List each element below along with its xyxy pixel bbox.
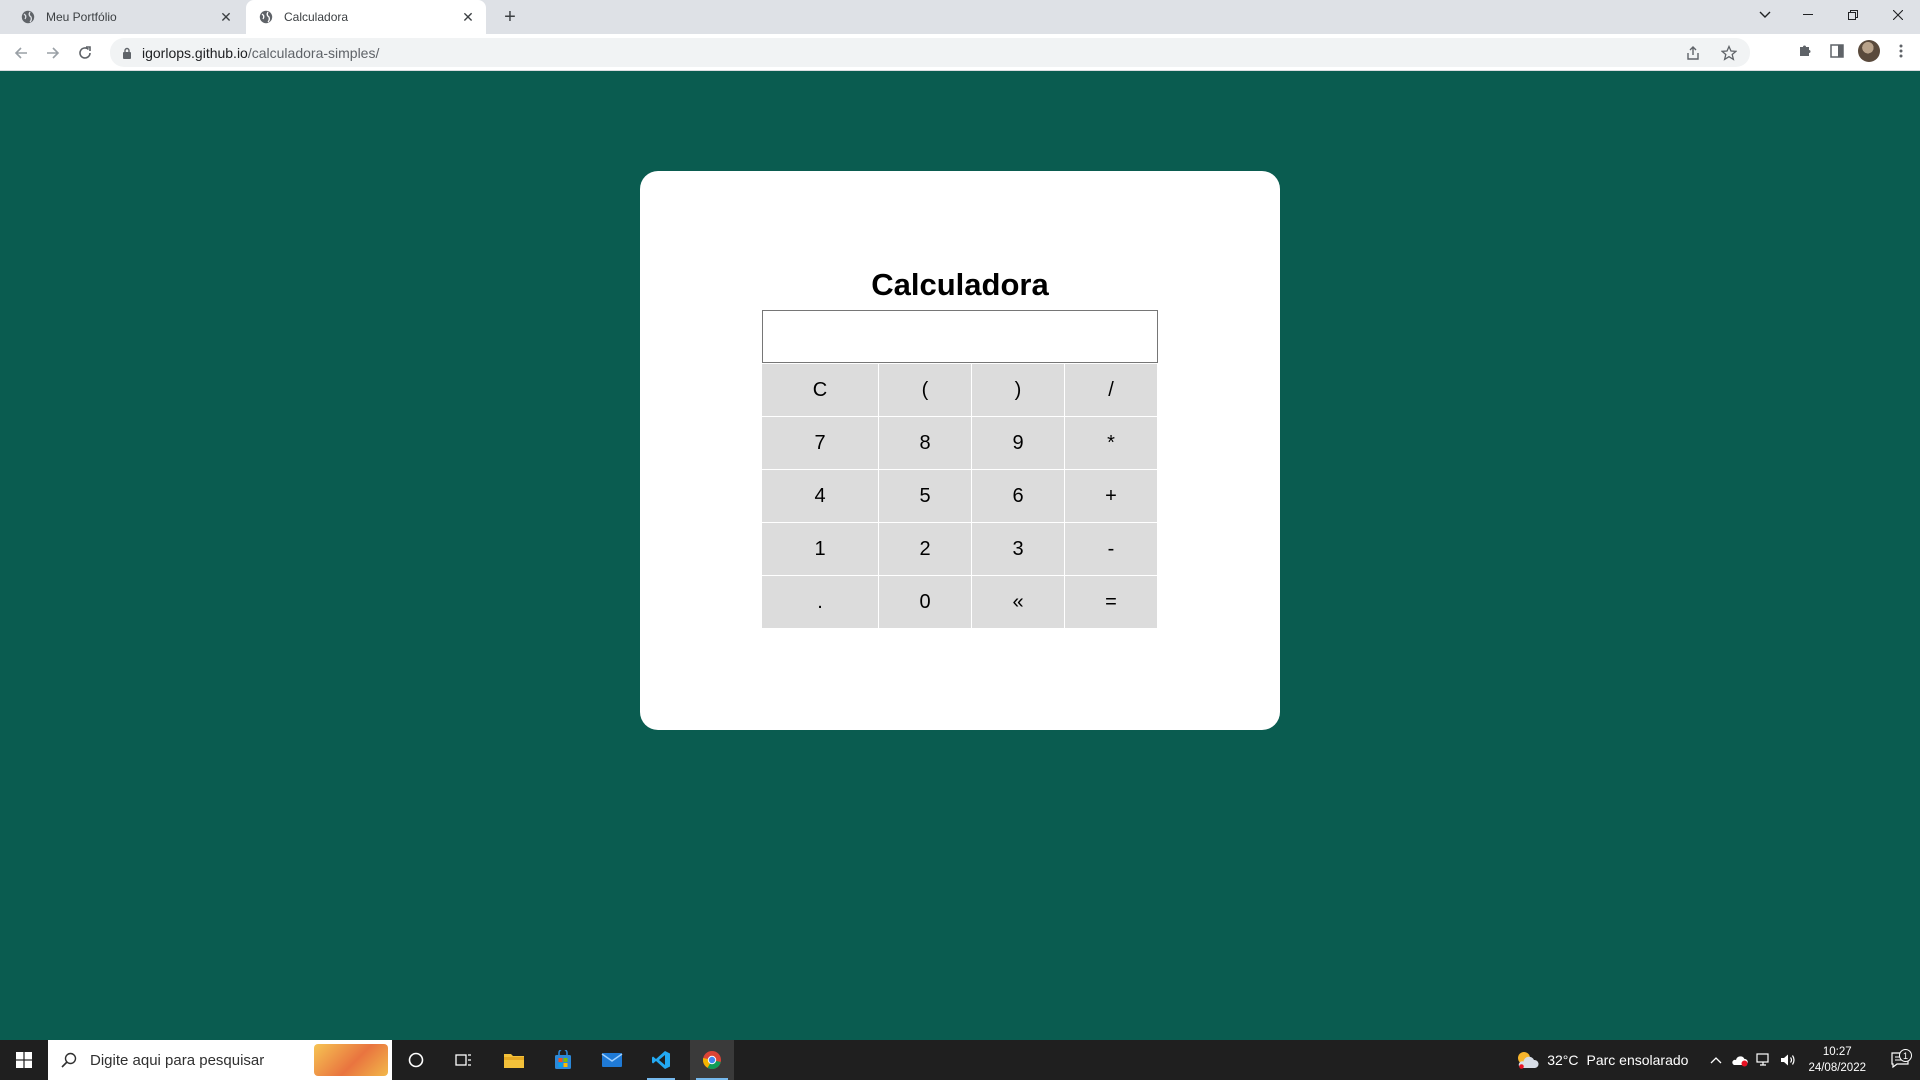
clock-time: 10:27 [1822,1046,1852,1058]
key-6[interactable]: 6 [972,470,1064,522]
system-tray: 32°C Parc ensolarado 10:27 24/08/2022 1 [1515,1040,1920,1080]
network-icon[interactable] [1752,1053,1776,1067]
mail-icon[interactable] [592,1040,632,1080]
url-host: igorlops.github.io [142,44,248,61]
browser-toolbar: igorlops.github.io/calculadora-simples/ [0,34,1920,71]
extensions-puzzle-icon[interactable] [1794,40,1816,62]
clock[interactable]: 10:27 24/08/2022 [1808,1044,1866,1076]
calculator-card: Calculadora C ( ) / 7 8 9 * 4 5 6 + 1 2 … [640,171,1280,730]
key-4[interactable]: 4 [762,470,878,522]
key-9[interactable]: 9 [972,417,1064,469]
close-window-button[interactable] [1875,0,1920,30]
window-controls [1745,0,1920,30]
weather-widget[interactable]: 32°C Parc ensolarado [1515,1050,1688,1070]
forward-arrow-icon[interactable] [40,40,66,66]
key-open-paren[interactable]: ( [879,364,971,416]
key-equals[interactable]: = [1065,576,1157,628]
lock-icon[interactable] [120,47,134,59]
key-plus[interactable]: + [1065,470,1157,522]
key-backspace[interactable]: « [972,576,1064,628]
key-minus[interactable]: - [1065,523,1157,575]
onedrive-icon[interactable] [1728,1053,1752,1067]
browser-tab-strip: Meu Portfólio ✕ Calculadora ✕ + [0,0,1920,34]
cortana-icon[interactable] [396,1040,436,1080]
key-5[interactable]: 5 [879,470,971,522]
page-title: Calculadora [871,267,1049,302]
taskbar-search-box[interactable]: Digite aqui para pesquisar [48,1040,392,1080]
weather-description: Parc ensolarado [1586,1052,1689,1068]
tab-calculadora[interactable]: Calculadora ✕ [246,0,486,34]
partly-sunny-icon [1518,1052,1539,1069]
more-menu-icon[interactable] [1890,40,1912,62]
key-divide[interactable]: / [1065,364,1157,416]
key-8[interactable]: 8 [879,417,971,469]
reload-icon[interactable] [72,40,98,66]
address-bar[interactable]: igorlops.github.io/calculadora-simples/ [110,38,1750,67]
close-icon[interactable]: ✕ [458,7,478,27]
search-icon [60,1052,78,1068]
key-close-paren[interactable]: ) [972,364,1064,416]
close-icon[interactable]: ✕ [216,7,236,27]
file-explorer-icon[interactable] [494,1040,534,1080]
notification-center-icon[interactable]: 1 [1880,1049,1920,1068]
chevron-down-icon[interactable] [1745,0,1785,30]
url-path: /calculadora-simples/ [247,44,380,61]
vscode-icon[interactable] [641,1040,681,1080]
globe-icon [20,9,36,25]
weather-temperature: 32°C [1547,1052,1579,1068]
key-1[interactable]: 1 [762,523,878,575]
share-icon[interactable] [1682,42,1704,64]
key-multiply[interactable]: * [1065,417,1157,469]
search-highlight-image [314,1044,388,1076]
chevron-up-icon[interactable] [1704,1056,1728,1064]
side-panel-icon[interactable] [1826,40,1848,62]
omnibox-actions [1682,38,1740,67]
key-0[interactable]: 0 [879,576,971,628]
key-2[interactable]: 2 [879,523,971,575]
profile-avatar[interactable] [1858,40,1880,62]
tab-meu-portfolio[interactable]: Meu Portfólio ✕ [8,0,244,34]
key-7[interactable]: 7 [762,417,878,469]
url-text: igorlops.github.io/calculadora-simples/ [142,45,379,61]
tab-title: Calculadora [284,10,349,24]
new-tab-button[interactable]: + [498,5,522,29]
calculator-display[interactable] [762,310,1158,363]
notification-count: 1 [1899,1049,1912,1062]
star-icon[interactable] [1718,42,1740,64]
minimize-button[interactable] [1785,0,1830,30]
microsoft-store-icon[interactable] [543,1040,583,1080]
windows-start-icon[interactable] [0,1040,48,1080]
key-3[interactable]: 3 [972,523,1064,575]
key-decimal[interactable]: . [762,576,878,628]
restore-button[interactable] [1830,0,1875,30]
globe-icon [258,9,274,25]
volume-icon[interactable] [1776,1053,1800,1067]
calculator-keypad: C ( ) / 7 8 9 * 4 5 6 + 1 2 3 - . 0 « = [762,364,1158,628]
clock-date: 24/08/2022 [1808,1062,1866,1074]
task-view-icon[interactable] [444,1040,484,1080]
chrome-icon[interactable] [690,1040,734,1080]
toolbar-right [1794,40,1912,62]
back-arrow-icon[interactable] [8,40,34,66]
key-clear[interactable]: C [762,364,878,416]
tab-title: Meu Portfólio [46,10,117,24]
windows-taskbar: Digite aqui para pesquisar 32°C Parc ens… [0,1040,1920,1080]
search-placeholder: Digite aqui para pesquisar [90,1051,265,1069]
